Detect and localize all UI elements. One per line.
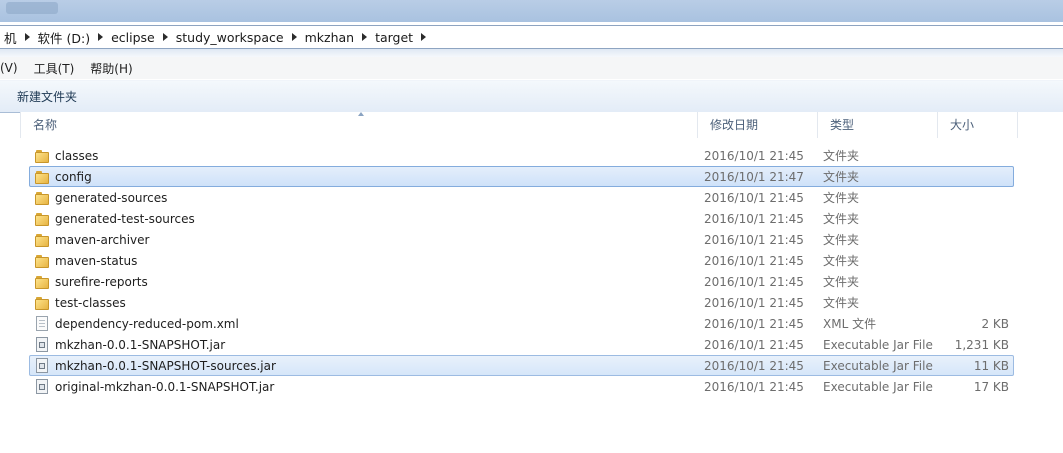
breadcrumb-item[interactable]: study_workspace xyxy=(172,30,288,45)
file-modified-date: 2016/10/1 21:45 xyxy=(704,359,804,373)
menu-item[interactable]: (V) xyxy=(0,61,26,75)
file-type: 文件夹 xyxy=(823,275,860,289)
file-name: generated-test-sources xyxy=(55,212,195,226)
folder-icon xyxy=(35,149,49,163)
jar-file-icon xyxy=(36,379,48,394)
file-modified-date: 2016/10/1 21:45 xyxy=(704,275,804,289)
file-size: 11 KB xyxy=(973,359,1009,373)
folder-icon xyxy=(35,275,49,289)
xml-file-icon xyxy=(36,316,48,331)
breadcrumb-item[interactable]: 软件 (D:) xyxy=(34,28,95,47)
file-name: test-classes xyxy=(55,296,126,310)
menu-item[interactable]: 帮助(H) xyxy=(90,60,140,77)
breadcrumb-item[interactable]: target xyxy=(371,30,417,45)
column-header-name[interactable]: 名称 xyxy=(21,112,698,138)
jar-file-icon xyxy=(36,337,48,352)
file-type: 文件夹 xyxy=(823,170,860,184)
file-row[interactable]: maven-archiver 2016/10/1 21:45 文件夹 xyxy=(29,229,1014,250)
file-modified-date: 2016/10/1 21:45 xyxy=(704,380,804,394)
bar-separator xyxy=(0,49,1063,57)
folder-icon xyxy=(35,296,49,310)
breadcrumb-item[interactable]: eclipse xyxy=(107,30,159,45)
file-name: maven-status xyxy=(55,254,138,268)
file-type: Executable Jar File xyxy=(823,380,933,394)
window-title-bar xyxy=(0,0,1063,22)
column-header-type[interactable]: 类型 xyxy=(818,112,938,138)
file-size: 1,231 KB xyxy=(954,338,1009,352)
menu-item[interactable]: 工具(T) xyxy=(34,60,83,77)
file-modified-date: 2016/10/1 21:45 xyxy=(704,338,804,352)
jar-file-icon xyxy=(36,358,48,373)
folder-icon xyxy=(35,191,49,205)
toolbar: 新建文件夹 xyxy=(0,80,1063,113)
folder-icon xyxy=(35,170,49,184)
file-name: classes xyxy=(55,149,99,163)
breadcrumb-chevron-icon[interactable] xyxy=(162,33,168,41)
file-type: XML 文件 xyxy=(823,317,877,331)
breadcrumb-item[interactable]: 机 xyxy=(0,28,21,47)
breadcrumb-item[interactable]: mkzhan xyxy=(301,30,358,45)
file-row[interactable]: test-classes 2016/10/1 21:45 文件夹 xyxy=(29,292,1014,313)
file-modified-date: 2016/10/1 21:45 xyxy=(704,149,804,163)
file-name: maven-archiver xyxy=(55,233,150,247)
file-type: 文件夹 xyxy=(823,212,860,226)
window-title-ghost xyxy=(6,2,58,14)
file-size: 2 KB xyxy=(981,317,1009,331)
column-header: 名称 修改日期 类型 大小 xyxy=(20,112,1063,138)
file-row[interactable]: maven-status 2016/10/1 21:45 文件夹 xyxy=(29,250,1014,271)
address-bar[interactable]: 机软件 (D:) eclipse study_workspace mkzhan targ… xyxy=(0,25,1063,49)
file-row[interactable]: generated-test-sources 2016/10/1 21:45 文件夹 xyxy=(29,208,1014,229)
file-modified-date: 2016/10/1 21:47 xyxy=(704,170,804,184)
folder-icon xyxy=(35,212,49,226)
file-type: 文件夹 xyxy=(823,233,860,247)
column-header-date[interactable]: 修改日期 xyxy=(698,112,818,138)
file-row[interactable]: config 2016/10/1 21:47 文件夹 xyxy=(29,166,1014,187)
file-modified-date: 2016/10/1 21:45 xyxy=(704,191,804,205)
folder-icon xyxy=(35,233,49,247)
file-row[interactable]: original-mkzhan-0.0.1-SNAPSHOT.jar 2016/1… xyxy=(29,376,1014,397)
file-type: 文件夹 xyxy=(823,254,860,268)
new-folder-button[interactable]: 新建文件夹 xyxy=(17,88,77,105)
file-modified-date: 2016/10/1 21:45 xyxy=(704,212,804,226)
file-name: dependency-reduced-pom.xml xyxy=(55,317,239,331)
folder-icon xyxy=(35,254,49,268)
file-name: surefire-reports xyxy=(55,275,148,289)
file-row[interactable]: mkzhan-0.0.1-SNAPSHOT-sources.jar 2016/10… xyxy=(29,355,1014,376)
file-size: 17 KB xyxy=(973,380,1009,394)
file-name: generated-sources xyxy=(55,191,168,205)
breadcrumb-chevron-icon[interactable] xyxy=(362,33,368,41)
file-type: 文件夹 xyxy=(823,296,860,310)
file-name: mkzhan-0.0.1-SNAPSHOT-sources.jar xyxy=(55,359,276,373)
file-row[interactable]: generated-sources 2016/10/1 21:45 文件夹 xyxy=(29,187,1014,208)
file-list: classes 2016/10/1 21:45 文件夹 config 2016/10/1… xyxy=(29,145,1014,397)
file-row[interactable]: surefire-reports 2016/10/1 21:45 文件夹 xyxy=(29,271,1014,292)
file-modified-date: 2016/10/1 21:45 xyxy=(704,296,804,310)
file-modified-date: 2016/10/1 21:45 xyxy=(704,254,804,268)
file-name: original-mkzhan-0.0.1-SNAPSHOT.jar xyxy=(55,380,275,394)
file-type: 文件夹 xyxy=(823,191,860,205)
file-row[interactable]: classes 2016/10/1 21:45 文件夹 xyxy=(29,145,1014,166)
file-row[interactable]: mkzhan-0.0.1-SNAPSHOT.jar 2016/10/1 21:45… xyxy=(29,334,1014,355)
file-type: 文件夹 xyxy=(823,149,860,163)
file-row[interactable]: dependency-reduced-pom.xml 2016/10/1 21:4… xyxy=(29,313,1014,334)
breadcrumb-chevron-icon[interactable] xyxy=(421,33,427,41)
breadcrumb-chevron-icon[interactable] xyxy=(98,33,104,41)
file-modified-date: 2016/10/1 21:45 xyxy=(704,233,804,247)
file-modified-date: 2016/10/1 21:45 xyxy=(704,317,804,331)
file-type: Executable Jar File xyxy=(823,359,933,373)
column-header-size[interactable]: 大小 xyxy=(938,112,1018,138)
menu-bar: (V) 工具(T) 帮助(H) xyxy=(0,57,1063,79)
breadcrumb-chevron-icon[interactable] xyxy=(24,33,30,41)
file-type: Executable Jar File xyxy=(823,338,933,352)
file-name: config xyxy=(55,170,92,184)
breadcrumb-chevron-icon[interactable] xyxy=(291,33,297,41)
file-name: mkzhan-0.0.1-SNAPSHOT.jar xyxy=(55,338,226,352)
